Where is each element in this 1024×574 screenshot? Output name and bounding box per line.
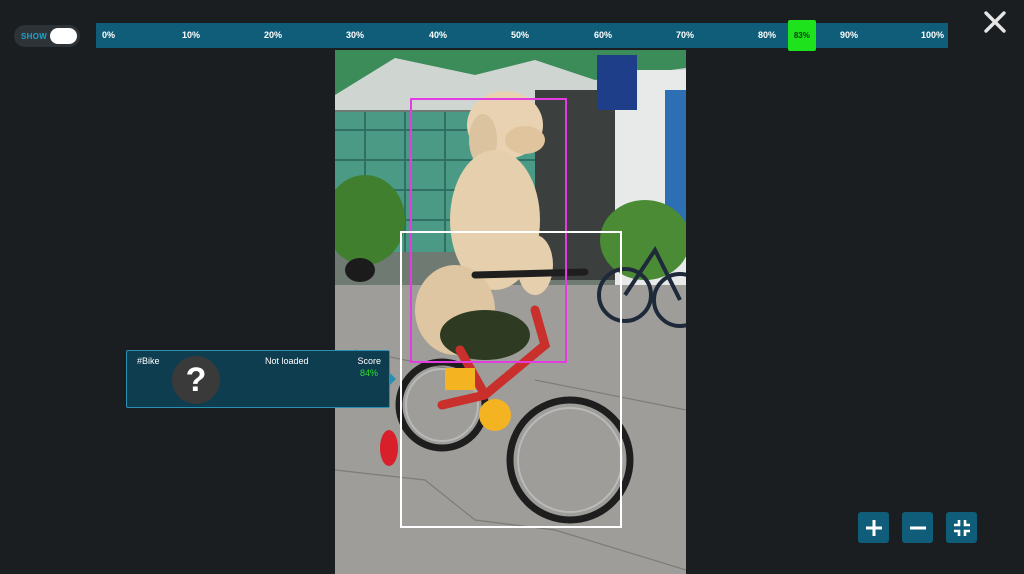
threshold-tick: 90%: [839, 30, 859, 40]
close-button[interactable]: [982, 9, 1008, 35]
load-status: Not loaded: [265, 356, 309, 366]
minus-icon: [909, 526, 926, 529]
close-icon: [984, 11, 1006, 33]
score-label: Score: [357, 356, 381, 366]
threshold-tick: 100%: [920, 30, 944, 40]
detection-tag: #Bike: [137, 356, 160, 366]
bike-bounding-box[interactable]: [400, 231, 622, 528]
collapse-icon: [953, 519, 970, 536]
zoom-in-button[interactable]: [858, 512, 889, 543]
fit-to-screen-button[interactable]: [946, 512, 977, 543]
threshold-tick: 30%: [345, 30, 365, 40]
threshold-tick: 50%: [510, 30, 530, 40]
plus-icon: [865, 519, 882, 536]
threshold-tick: 10%: [181, 30, 201, 40]
zoom-out-button[interactable]: [902, 512, 933, 543]
show-toggle-label: SHOW: [21, 31, 48, 41]
threshold-tick: 0%: [102, 30, 116, 40]
threshold-thumb[interactable]: 83%: [787, 20, 816, 51]
threshold-tick: 70%: [675, 30, 695, 40]
threshold-slider[interactable]: 0% 10% 20% 30% 40% 50% 60% 70% 80% 90% 1…: [96, 20, 948, 51]
threshold-tick: 60%: [593, 30, 613, 40]
show-toggle[interactable]: SHOW: [14, 25, 80, 47]
detection-info-card[interactable]: #Bike ? Not loaded Score 84%: [126, 350, 396, 408]
threshold-tick: 20%: [263, 30, 283, 40]
threshold-tick: 40%: [428, 30, 448, 40]
toggle-knob[interactable]: [50, 28, 77, 44]
detection-viewer: SHOW 0% 10% 20% 30% 40% 50% 60% 70% 80% …: [0, 0, 1024, 574]
score-value: 84%: [359, 368, 378, 378]
unknown-avatar-icon: ?: [172, 356, 220, 404]
detection-image: [335, 50, 686, 574]
threshold-tick: 80%: [757, 30, 777, 40]
